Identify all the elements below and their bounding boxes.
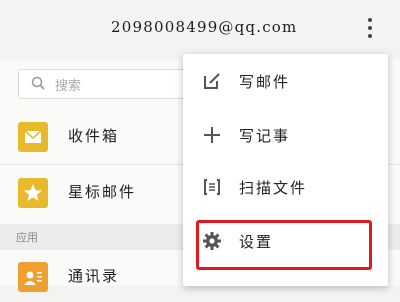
- compose-icon: [204, 73, 220, 89]
- contacts-label: 通讯录: [68, 267, 120, 285]
- plus-icon: [204, 127, 220, 143]
- section-label: 应用: [16, 231, 38, 244]
- settings-highlight-box: [196, 220, 372, 270]
- top-bar: 2098008499@qq.com: [0, 0, 400, 60]
- scan-icon: [204, 179, 220, 195]
- inbox-label: 收件箱: [68, 127, 120, 145]
- contacts-icon: [18, 262, 48, 292]
- inbox-icon: [18, 122, 48, 152]
- star-icon: [18, 178, 48, 208]
- overflow-menu-icon[interactable]: [362, 16, 378, 40]
- menu-label-compose: 写邮件: [239, 73, 291, 91]
- search-icon: [31, 76, 45, 90]
- menu-item-note[interactable]: 写记事: [183, 110, 388, 162]
- menu-item-scan[interactable]: 扫描文件: [183, 162, 388, 214]
- menu-label-note: 写记事: [239, 127, 291, 145]
- starred-label: 星标邮件: [68, 183, 137, 201]
- search-placeholder: 搜索: [55, 79, 82, 94]
- menu-item-compose[interactable]: 写邮件: [183, 56, 388, 108]
- account-email: 2098008499@qq.com: [111, 18, 298, 36]
- search-input[interactable]: 搜索: [18, 69, 210, 99]
- menu-label-scan: 扫描文件: [239, 179, 308, 197]
